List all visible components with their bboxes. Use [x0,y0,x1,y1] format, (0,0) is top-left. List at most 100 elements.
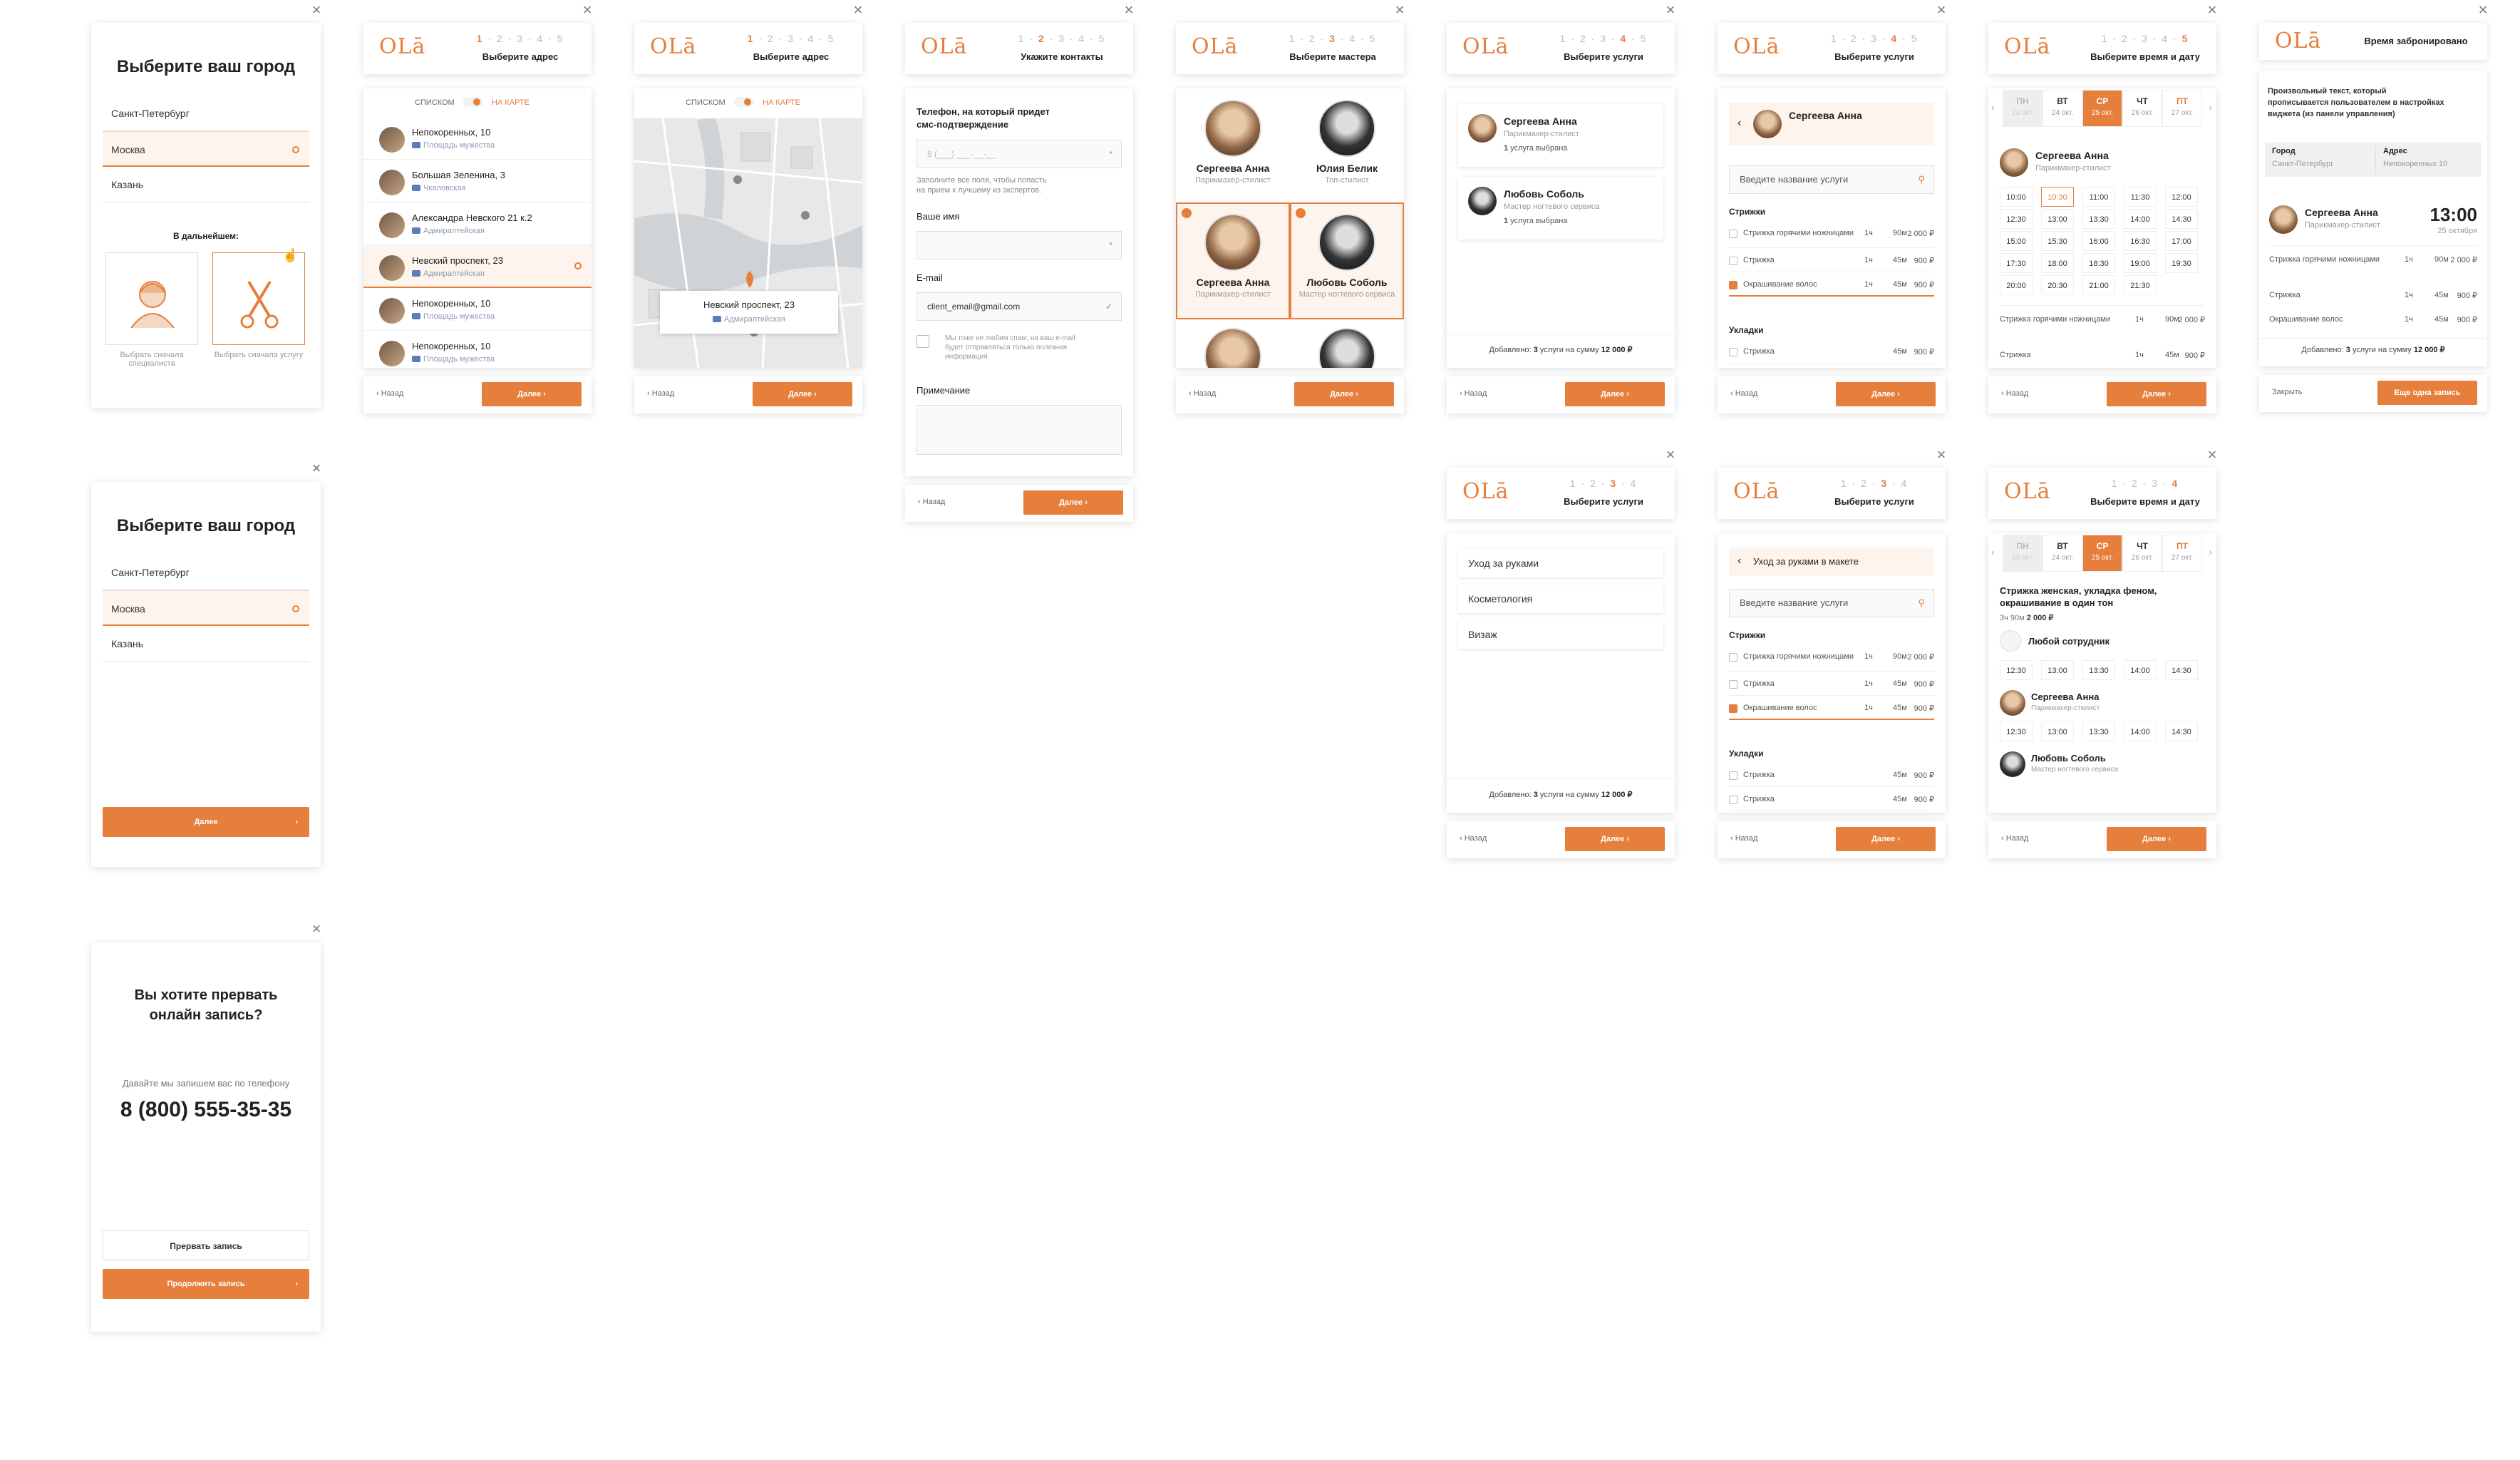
next-button[interactable]: Далее › [2107,827,2206,851]
toggle-map[interactable]: НА КАРТЕ [763,98,800,107]
city-item-selected[interactable]: Москва [103,590,309,626]
time-slot[interactable]: 14:00 [2124,209,2157,229]
time-slot[interactable]: 12:30 [2000,209,2033,229]
next-button[interactable]: Далее › [1294,382,1394,406]
address-row[interactable]: Непокоренных, 10 Площадь мужества [363,331,592,368]
toggle-map[interactable]: НА КАРТЕ [492,98,530,107]
back-button[interactable]: ‹ Назад [1730,389,1757,398]
checkbox[interactable] [1729,257,1737,265]
city-item[interactable]: Санкт-Петербург [103,555,309,590]
close-icon[interactable]: × [309,2,324,18]
time-slot[interactable]: 15:00 [2000,231,2033,251]
day-cell[interactable]: ВТ 24 окт. [2043,535,2082,572]
back-button[interactable]: ‹ Назад [376,389,403,398]
master-service-card[interactable]: Сергеева Анна Парикмахер-стилист 1 услуга … [1458,104,1663,167]
time-slot[interactable]: 19:00 [2124,253,2157,273]
address-row[interactable]: Непокоренных, 10 Площадь мужества [363,117,592,160]
time-slot[interactable]: 17:30 [2000,253,2033,273]
address-row[interactable]: Большая Зеленина, 3 Чкаловская [363,160,592,202]
close-icon[interactable]: × [2205,2,2219,18]
toggle-switch[interactable] [463,97,483,107]
master-card[interactable]: Юлия Белик Топ-стилист [1290,100,1404,185]
day-cell[interactable]: ЧТ 26 окт. [2122,90,2162,127]
checkbox[interactable] [1729,771,1737,780]
time-slot[interactable]: 13:00 [2041,721,2074,741]
checkbox[interactable] [1729,796,1737,804]
service-row[interactable]: Стрижка 1ч 45м 900 ₽ [1729,673,1934,696]
master-card[interactable] [1290,328,1404,368]
note-field[interactable] [916,405,1122,455]
chevron-right-icon[interactable]: › [2209,546,2212,557]
time-slot[interactable]: 12:00 [2165,187,2198,207]
time-slot[interactable]: 16:30 [2124,231,2157,251]
toggle-list[interactable]: СПИСКОМ [415,98,455,107]
day-cell-selected[interactable]: СР 25 окт. [2082,90,2122,127]
close-icon[interactable]: × [1663,447,1678,463]
time-slot[interactable]: 14:30 [2165,209,2198,229]
category-item[interactable]: Визаж [1458,620,1663,649]
close-icon[interactable]: × [1934,2,1948,18]
time-slot[interactable]: 18:00 [2041,253,2074,273]
chevron-left-icon[interactable]: ‹ [1737,555,1741,567]
day-cell[interactable]: ЧТ 26 окт. [2122,535,2162,572]
close-icon[interactable]: × [1393,2,1407,18]
time-slot[interactable]: 11:00 [2082,187,2115,207]
service-row[interactable]: Стрижка 1ч 45м 900 ₽ [1729,250,1934,272]
option-service[interactable] [212,252,305,345]
service-row[interactable]: Стрижка горячими ножницами 1ч 90м 2 000 ₽ [1729,646,1934,672]
toggle-list[interactable]: СПИСКОМ [686,98,725,107]
category-back-bar[interactable]: ‹ Уход за руками в макете [1729,548,1934,576]
time-slot[interactable]: 21:30 [2124,275,2157,295]
back-button[interactable]: ‹ Назад [647,389,674,398]
time-slot[interactable]: 21:00 [2082,275,2115,295]
close-icon[interactable]: × [851,2,865,18]
time-slot[interactable]: 20:00 [2000,275,2033,295]
close-link[interactable]: Закрыть [2272,388,2302,396]
time-slot[interactable]: 10:30 [2041,187,2074,207]
phone-number[interactable]: 8 (800) 555-35-35 [91,1098,321,1122]
close-icon[interactable]: × [2476,2,2490,18]
next-button[interactable]: Далее › [1836,827,1936,851]
back-button[interactable]: ‹ Назад [1460,389,1487,398]
time-slot[interactable]: 13:30 [2082,209,2115,229]
master-card-selected[interactable]: Сергеева Анна Парикмахер-стилист [1176,202,1290,319]
day-cell-selected[interactable]: СР 25 окт. [2082,535,2122,572]
next-button[interactable]: Далее › [1565,827,1665,851]
next-button[interactable]: Далее › [2107,382,2206,406]
master-service-card[interactable]: Любовь Соболь Мастер ногтевого сервиса 1 у… [1458,177,1663,240]
time-slot[interactable]: 13:30 [2082,721,2115,741]
service-row[interactable]: Стрижка 45м 900 ₽ [1729,788,1934,811]
checkbox[interactable] [1729,230,1737,238]
next-button[interactable]: Далее › [1023,490,1123,515]
close-icon[interactable]: × [2205,447,2219,463]
time-slot[interactable]: 14:00 [2124,721,2157,741]
another-booking-button[interactable]: Еще одна запись [2377,381,2477,405]
next-button[interactable]: Далее › [1565,382,1665,406]
city-item[interactable]: Санкт-Петербург [103,96,309,131]
option-specialist[interactable] [105,252,198,345]
checkbox[interactable] [1729,653,1737,662]
map-popup[interactable]: Невский проспект, 23 Адмиралтейская [660,291,838,334]
time-slot[interactable]: 12:30 [2000,660,2033,680]
checkbox[interactable] [1729,348,1737,356]
day-cell[interactable]: ПТ 27 окт. [2162,90,2202,127]
stop-booking-button[interactable]: Прервать запись [103,1230,309,1260]
time-slot[interactable]: 18:30 [2082,253,2115,273]
back-button[interactable]: ‹ Назад [1460,834,1487,843]
city-item[interactable]: Казань [103,167,309,202]
category-item[interactable]: Косметология [1458,585,1663,613]
checkbox-checked[interactable] [1729,281,1737,289]
service-row-selected[interactable]: Окрашивание волос 1ч 45м 900 ₽ [1729,697,1934,720]
service-row[interactable]: Стрижка 45м 900 ₽ [1729,341,1934,364]
master-card[interactable] [1176,328,1290,368]
next-button[interactable]: Далее › [482,382,582,406]
day-cell[interactable]: ПТ 27 окт. [2162,535,2202,572]
time-slot[interactable]: 13:00 [2041,209,2074,229]
chevron-left-icon[interactable]: ‹ [1991,546,1995,557]
next-button[interactable]: Далее › [1836,382,1936,406]
email-field[interactable]: client_email@gmail.com ✓ [916,292,1122,321]
address-row[interactable]: Александра Невского 21 к.2 Адмиралтейская [363,202,592,245]
time-slot[interactable]: 13:00 [2041,660,2074,680]
time-slot[interactable]: 20:30 [2041,275,2074,295]
city-item-selected[interactable]: Москва [103,131,309,167]
